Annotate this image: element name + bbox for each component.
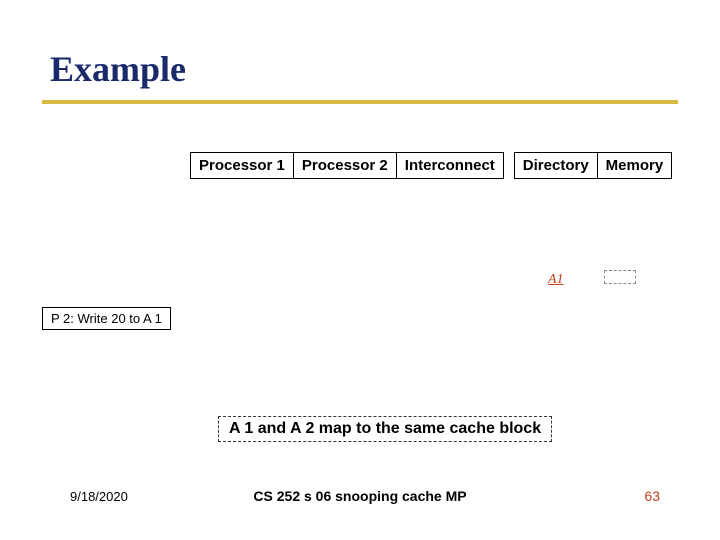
header-processor-1: Processor 1 xyxy=(190,152,293,179)
header-directory: Directory xyxy=(514,152,597,179)
a1-label: A1 xyxy=(548,272,564,288)
mapping-note: A 1 and A 2 map to the same cache block xyxy=(218,416,552,442)
p2-action-box: P 2: Write 20 to A 1 xyxy=(42,307,171,330)
header-processor-2: Processor 2 xyxy=(293,152,396,179)
header-row: Processor 1 Processor 2 Interconnect Dir… xyxy=(190,152,672,179)
header-memory: Memory xyxy=(597,152,673,179)
slide-title: Example xyxy=(50,48,186,90)
memory-cell-swatch xyxy=(604,270,636,284)
footer-course: CS 252 s 06 snooping cache MP xyxy=(0,488,720,504)
footer-page-number: 63 xyxy=(644,488,660,504)
header-interconnect: Interconnect xyxy=(396,152,504,179)
title-underline xyxy=(42,100,678,104)
